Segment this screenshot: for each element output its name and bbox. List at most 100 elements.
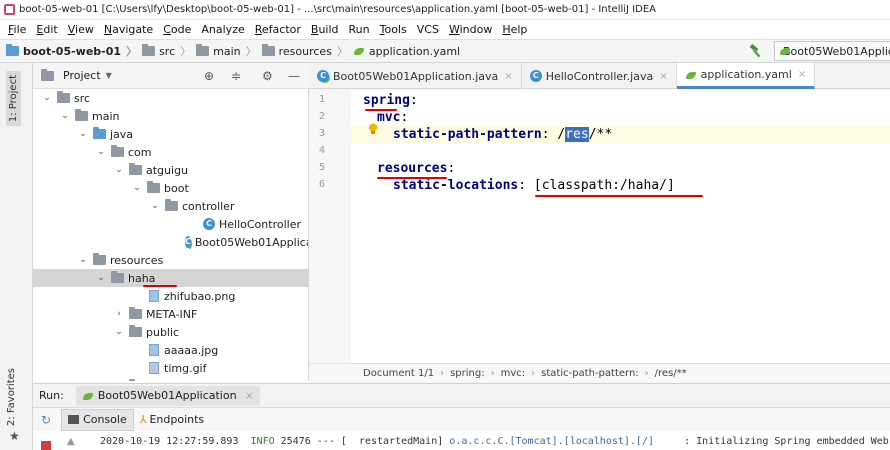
build-hammer-icon[interactable] [748,44,764,58]
code-line-2: mvc: [377,110,409,125]
tree-node-resources-partial[interactable]: ›resources [33,377,308,381]
line-number: 3 [318,128,325,139]
spring-boot-class-icon: C [317,70,329,82]
chevron-right-icon[interactable]: › [113,309,125,319]
crumb-value[interactable]: /res/** [655,368,687,379]
menu-build[interactable]: Build [311,23,339,36]
menu-vcs[interactable]: VCS [417,23,439,36]
scroll-up-icon[interactable]: ▲ [67,436,75,447]
editor-gutter: 1 2 3 4 5 6 [309,89,351,363]
menu-tools[interactable]: Tools [380,23,407,36]
tree-node-java[interactable]: ⌄ java [33,125,308,143]
tab-console[interactable]: Console [61,408,134,431]
chevron-down-icon[interactable]: ⌄ [59,111,71,121]
console-icon [68,415,80,424]
line-number: 5 [318,162,325,173]
crumb-mvc[interactable]: mvc: [501,368,526,379]
image-file-icon [149,344,159,356]
menu-edit[interactable]: Edit [36,23,57,36]
menu-run[interactable]: Run [349,23,370,36]
package-icon [165,199,178,211]
tab-endpoints[interactable]: ⅄ Endpoints [134,409,210,431]
favorites-tool-tab[interactable]: 2: Favorites [6,368,17,426]
tree-node-boot[interactable]: ⌄ boot [33,179,308,197]
close-icon[interactable]: × [504,71,512,82]
menu-navigate[interactable]: Navigate [104,23,153,36]
rerun-icon[interactable]: ↻ [41,413,51,427]
annotation-underline [377,177,447,179]
chevron-down-icon[interactable]: ⌄ [149,201,161,211]
nav-crumb-main[interactable]: main 〉 [196,43,261,59]
tree-node-src[interactable]: ⌄ src [33,89,308,107]
close-icon[interactable]: × [245,389,254,402]
menu-refactor[interactable]: Refactor [255,23,301,36]
close-icon[interactable]: × [798,69,806,80]
tab-hellocontroller[interactable]: C HelloController.java × [522,63,677,89]
chevron-down-icon[interactable]: ⌄ [77,129,89,139]
line-number: 1 [318,94,325,105]
spring-boot-class-icon: C [185,236,191,248]
tree-node-timg[interactable]: timg.gif [33,359,308,377]
project-view-select[interactable]: Project [63,69,101,82]
locate-icon[interactable]: ⊕ [204,69,214,83]
run-panel-header: Run: Boot05Web01Application × [33,383,890,407]
resources-folder-icon [93,253,106,265]
lightbulb-icon[interactable] [368,123,378,135]
menu-help[interactable]: Help [502,23,527,36]
tab-boot05web01application[interactable]: C Boot05Web01Application.java × [309,63,522,89]
chevron-down-icon[interactable]: ⌄ [113,165,125,175]
chevron-down-icon[interactable]: ▼ [106,71,112,80]
folder-icon [75,109,88,121]
menu-file[interactable]: File [8,23,26,36]
menu-window[interactable]: Window [449,23,492,36]
tree-node-zhifubao[interactable]: zhifubao.png [33,287,308,305]
stop-icon[interactable] [41,441,51,450]
chevron-down-icon[interactable]: ⌄ [95,147,107,157]
tree-node-main[interactable]: ⌄ main [33,107,308,125]
line-number: 2 [318,111,325,122]
run-configuration-select[interactable]: Boot05Web01Applic [774,41,890,61]
menu-code[interactable]: Code [163,23,191,36]
tree-node-atguigu[interactable]: ⌄ atguigu [33,161,308,179]
collapse-all-icon[interactable]: ≑ [231,69,241,83]
nav-crumb-project[interactable]: boot-05-web-01 〉 [6,43,142,59]
crumb-static-path-pattern[interactable]: static-path-pattern: [541,368,639,379]
class-icon: C [203,218,215,230]
package-icon [129,163,142,175]
tree-node-hellocontroller[interactable]: C HelloController [33,215,308,233]
chevron-down-icon[interactable]: ⌄ [113,327,125,337]
tab-application-yaml[interactable]: application.yaml × [676,63,816,89]
star-icon: ★ [9,429,20,443]
tree-node-public[interactable]: ⌄ public [33,323,308,341]
gear-icon[interactable]: ⚙ [262,69,273,83]
crumb-spring[interactable]: spring: [450,368,485,379]
chevron-down-icon[interactable]: ⌄ [77,255,89,265]
tree-node-resources[interactable]: ⌄ resources [33,251,308,269]
run-tab-application[interactable]: Boot05Web01Application × [75,385,260,406]
project-tool-tab[interactable]: 1: Project [6,71,21,127]
tree-node-application[interactable]: C Boot05Web01Applicati [33,233,308,251]
tree-node-com[interactable]: ⌄ com [33,143,308,161]
tree-node-aaaaa[interactable]: aaaaa.jpg [33,341,308,359]
tree-node-controller[interactable]: ⌄ controller [33,197,308,215]
code-editor[interactable]: spring: mvc: static-path-pattern: /res/*… [351,89,890,363]
close-icon[interactable]: × [659,71,667,82]
chevron-down-icon[interactable]: ⌄ [41,93,53,103]
nav-crumb-src[interactable]: src 〉 [142,43,196,59]
title-bar: boot-05-web-01 [C:\Users\lfy\Desktop\boo… [0,0,890,20]
chevron-down-icon[interactable]: ⌄ [95,273,107,283]
nav-crumb-file[interactable]: application.yaml [353,45,460,58]
menu-analyze[interactable]: Analyze [201,23,244,36]
hide-panel-icon[interactable]: — [288,69,300,83]
chevron-down-icon[interactable]: ⌄ [131,183,143,193]
tree-node-meta-inf[interactable]: › META-INF [33,305,308,323]
spring-boot-icon [82,390,94,402]
line-number: 4 [318,145,325,156]
nav-crumb-resources[interactable]: resources 〉 [261,43,353,59]
menu-view[interactable]: View [68,23,94,36]
project-tree: ⌄ src ⌄ main ⌄ java ⌄ com ⌄ atguigu ⌄ boot ⌄ co… [33,89,309,381]
crumb-document[interactable]: Document 1/1 [363,368,434,379]
code-line-5: resources: [377,161,456,176]
resources-folder-icon [261,44,275,56]
folder-icon [142,44,156,56]
